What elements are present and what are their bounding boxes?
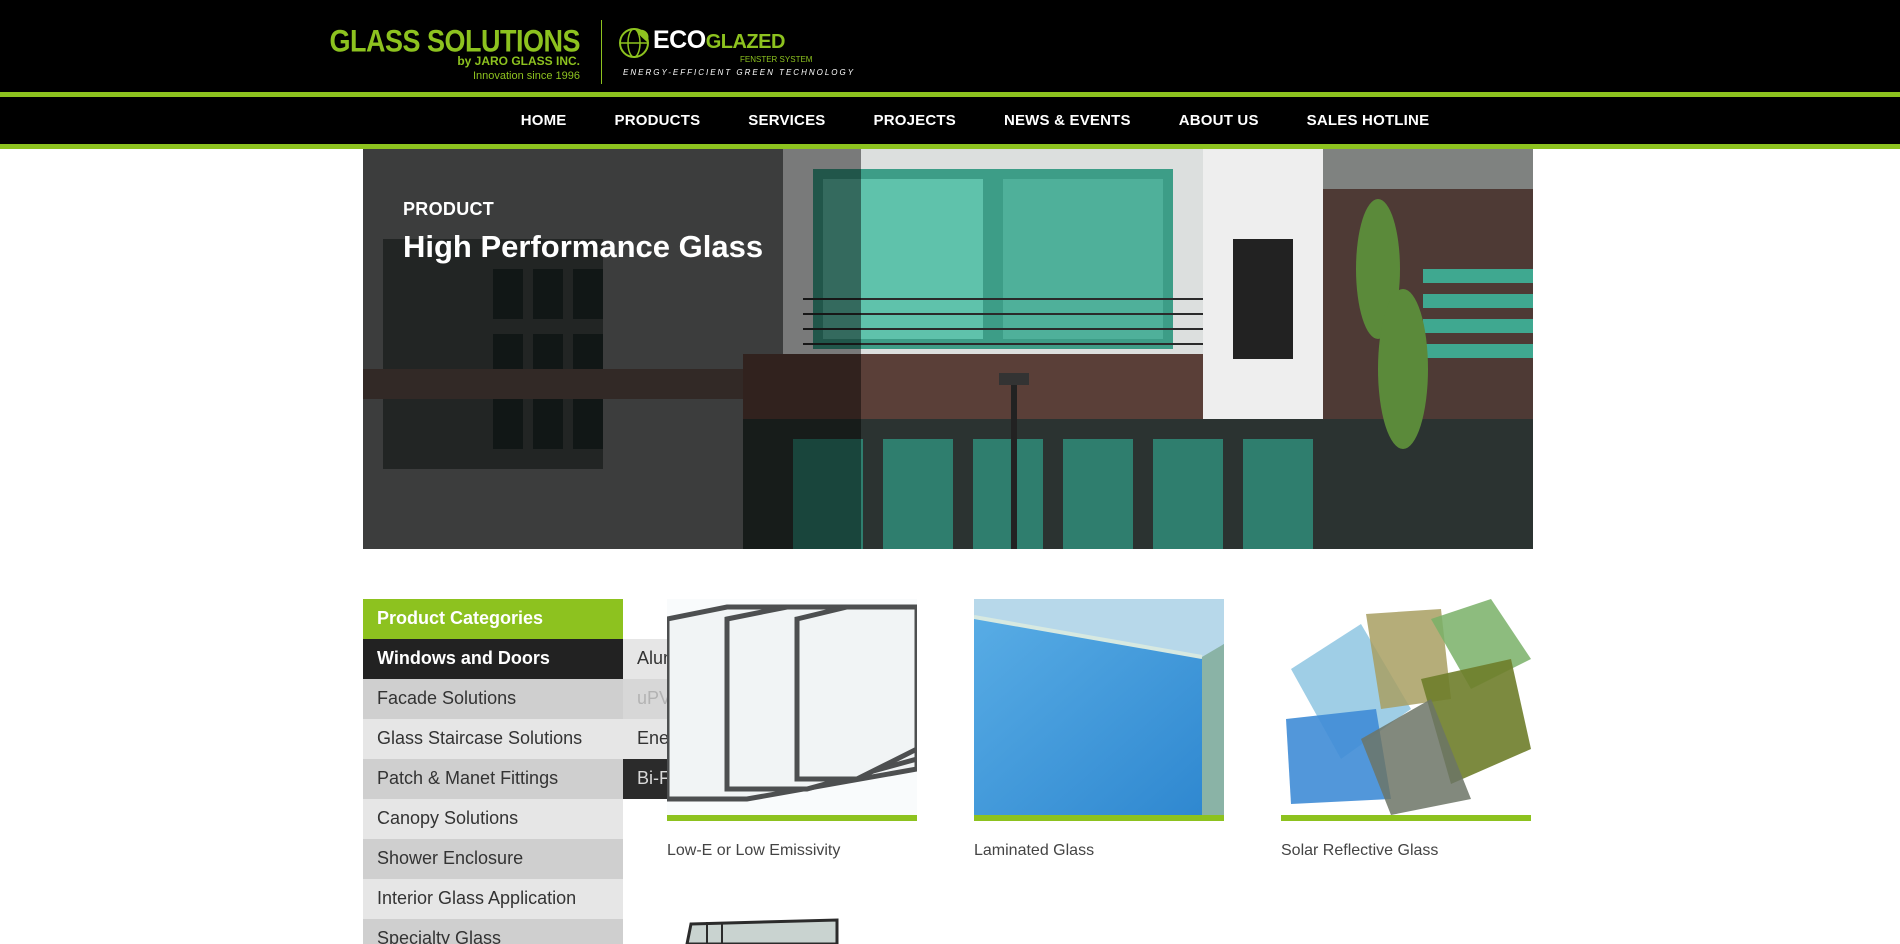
nav-services[interactable]: SERVICES [748, 112, 825, 129]
product-card[interactable]: Solar Reflective Glass [1281, 599, 1531, 860]
nav-news-events[interactable]: NEWS & EVENTS [1004, 112, 1131, 129]
eco-wordmark: ECOGLAZED [653, 26, 785, 55]
main-nav: HOME PRODUCTS SERVICES PROJECTS NEWS & E… [0, 97, 1900, 144]
eco-tagline: ENERGY-EFFICIENT GREEN TECHNOLOGY [623, 68, 856, 77]
sidebar-item-windows-doors[interactable]: Windows and Doors [363, 639, 623, 679]
laminated-glass-image [974, 599, 1224, 815]
product-card[interactable]: Low-E or Low Emissivity [667, 599, 917, 860]
low-e-glass-image [667, 599, 917, 815]
hero-banner: PRODUCT High Performance Glass [363, 149, 1533, 549]
nav-sales-hotline[interactable]: SALES HOTLINE [1307, 112, 1430, 129]
insulated-glass-image [667, 916, 917, 944]
product-accent-bar [667, 815, 917, 821]
sidebar-item-staircase[interactable]: Glass Staircase Solutions [363, 719, 623, 759]
sidebar-item-specialty-glass[interactable]: Specialty Glass [363, 919, 623, 944]
sidebar-item-canopy[interactable]: Canopy Solutions [363, 799, 623, 839]
nav-about-us[interactable]: ABOUT US [1179, 112, 1259, 129]
product-card[interactable] [667, 916, 917, 944]
solar-reflective-glass-image [1281, 599, 1531, 815]
product-image[interactable] [1281, 599, 1531, 815]
logo-divider [601, 20, 602, 84]
hero-title: High Performance Glass [403, 229, 764, 264]
site-header: GLASS SOLUTIONS by JARO GLASS INC. Innov… [0, 0, 1900, 149]
product-image[interactable] [667, 599, 917, 815]
glazed-word: GLAZED [705, 31, 786, 53]
eco-word: ECO [653, 26, 706, 54]
sidebar-heading: Product Categories [363, 599, 623, 639]
product-image[interactable] [974, 599, 1224, 815]
nav-home[interactable]: HOME [521, 112, 567, 129]
nav-projects[interactable]: PROJECTS [873, 112, 955, 129]
sidebar-item-patch-fittings[interactable]: Patch & Manet Fittings [363, 759, 623, 799]
globe-leaf-icon [619, 28, 649, 58]
logo-since: Innovation since 1996 [472, 70, 580, 82]
hero-kicker: PRODUCT [403, 199, 495, 219]
product-card[interactable]: Laminated Glass [974, 599, 1224, 860]
glass-solutions-logo[interactable]: GLASS SOLUTIONS by JARO GLASS INC. Innov… [329, 24, 580, 86]
ecoglazed-logo[interactable]: ECOGLAZED FENSTER SYSTEM ENERGY-EFFICIEN… [617, 22, 853, 82]
product-categories-sidebar: Product Categories Windows and Doors Fac… [363, 599, 623, 944]
logo-subtitle: by JARO GLASS INC. [457, 54, 580, 68]
sidebar-item-facade[interactable]: Facade Solutions [363, 679, 623, 719]
fenster-label: FENSTER SYSTEM [740, 55, 813, 64]
sidebar-item-interior-glass[interactable]: Interior Glass Application [363, 879, 623, 919]
product-label[interactable]: Laminated Glass [974, 842, 1224, 860]
product-accent-bar [1281, 815, 1531, 821]
sidebar-item-shower[interactable]: Shower Enclosure [363, 839, 623, 879]
nav-products[interactable]: PRODUCTS [615, 112, 701, 129]
product-accent-bar [974, 815, 1224, 821]
product-label[interactable]: Low-E or Low Emissivity [667, 842, 917, 860]
product-label[interactable]: Solar Reflective Glass [1281, 842, 1531, 860]
